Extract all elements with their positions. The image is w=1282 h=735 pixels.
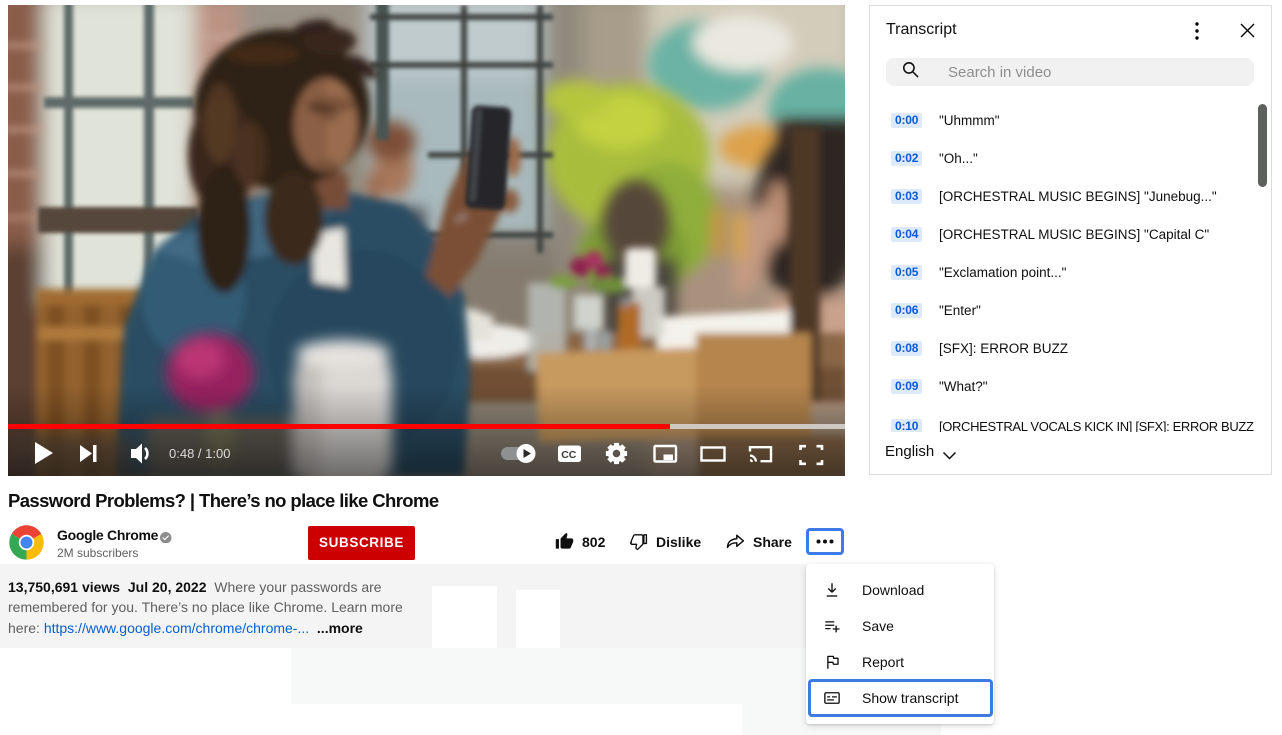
svg-text:0:48 / 1:00: 0:48 / 1:00 [169, 446, 230, 461]
svg-text:CC: CC [561, 449, 577, 461]
